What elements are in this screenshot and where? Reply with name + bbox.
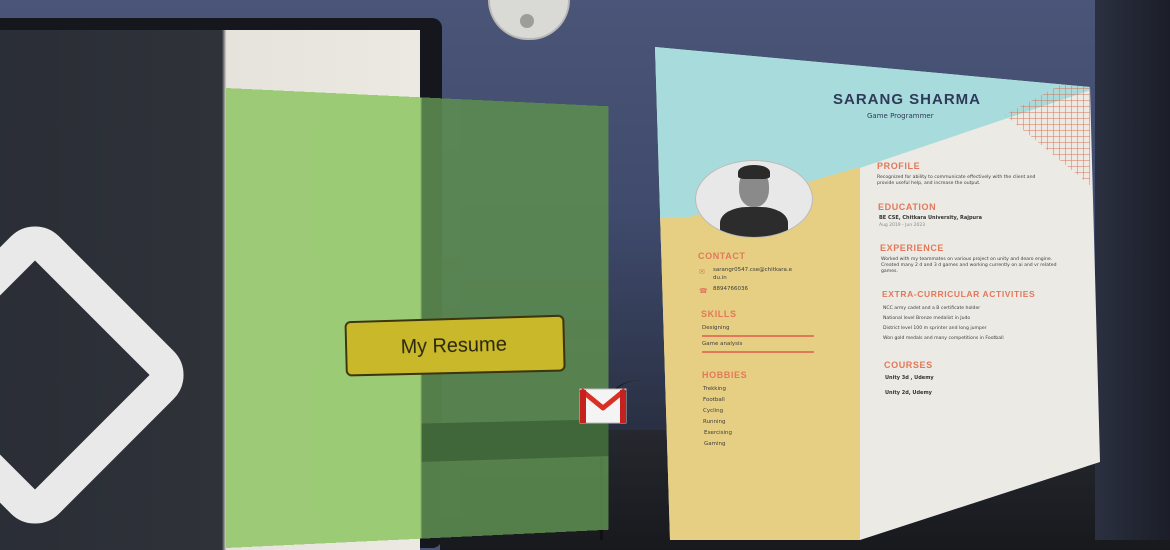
education-degree: BE CSE, Chitkara University, Rajpura: [879, 215, 982, 221]
green-panel-shadow: [421, 419, 609, 462]
gmail-icon[interactable]: [578, 383, 628, 425]
education-dates: Aug 2019 - Jun 2023: [879, 223, 926, 228]
background-wall-edge: [1095, 0, 1170, 540]
green-panel-left: [226, 88, 422, 548]
phone-icon: ☎: [699, 287, 708, 295]
course-item: Unity 3d , Udemy: [885, 375, 934, 381]
skill-bar: [702, 351, 814, 353]
hobby-item: Football: [703, 397, 725, 403]
extracurricular-title: EXTRA-CURRICULAR ACTIVITIES: [882, 289, 1036, 299]
contact-email: sarangr0547.cse@chitkara.e: [713, 267, 793, 273]
hobby-item: Cycling: [703, 408, 724, 414]
chevron-logo-icon: [0, 212, 198, 538]
profile-text: provide useful help, and increase the ou…: [877, 181, 981, 186]
hobbies-title: HOBBIES: [702, 370, 748, 380]
resume-role: Game Programmer: [867, 112, 934, 120]
experience-title: EXPERIENCE: [880, 243, 945, 253]
activity-item: Won gold medals and many competitions in…: [883, 336, 1004, 341]
skill-item: Game analysis: [702, 341, 743, 347]
avatar-hair: [738, 165, 770, 179]
experience-text: Created many 2 d and 3 d games and worki…: [881, 263, 1057, 268]
contact-email-cont: du.in: [713, 275, 727, 281]
activity-item: NCC army cadet and a B certificate holde…: [883, 306, 981, 311]
avatar-body: [720, 207, 788, 237]
activity-item: National level Bronze medalist in Judo: [883, 316, 971, 321]
email-icon: ✉: [699, 268, 705, 276]
hobby-item: Exercising: [704, 430, 733, 436]
contact-phone: 8894766036: [713, 286, 748, 292]
ceiling-smoke-detector: [488, 0, 570, 40]
education-title: EDUCATION: [878, 202, 937, 212]
activity-item: District level 100 m sprinter and long j…: [883, 326, 987, 331]
course-item: Unity 2d, Udemy: [885, 390, 932, 396]
skills-title: SKILLS: [701, 309, 737, 319]
my-resume-button[interactable]: My Resume: [344, 314, 566, 377]
hobby-item: Running: [703, 419, 726, 425]
contact-title: CONTACT: [698, 251, 746, 261]
avatar: [695, 160, 813, 238]
resume-document: SARANG SHARMA Game Programmer CONTACT ✉ …: [655, 47, 1100, 540]
hobby-item: Trekking: [703, 386, 726, 392]
experience-text: games.: [881, 269, 898, 274]
skill-item: Designing: [702, 325, 730, 331]
profile-title: PROFILE: [877, 161, 921, 171]
hobby-item: Gaming: [704, 441, 726, 447]
courses-title: COURSES: [884, 360, 933, 370]
resume-name: SARANG SHARMA: [833, 91, 981, 108]
skill-bar: [702, 335, 814, 337]
